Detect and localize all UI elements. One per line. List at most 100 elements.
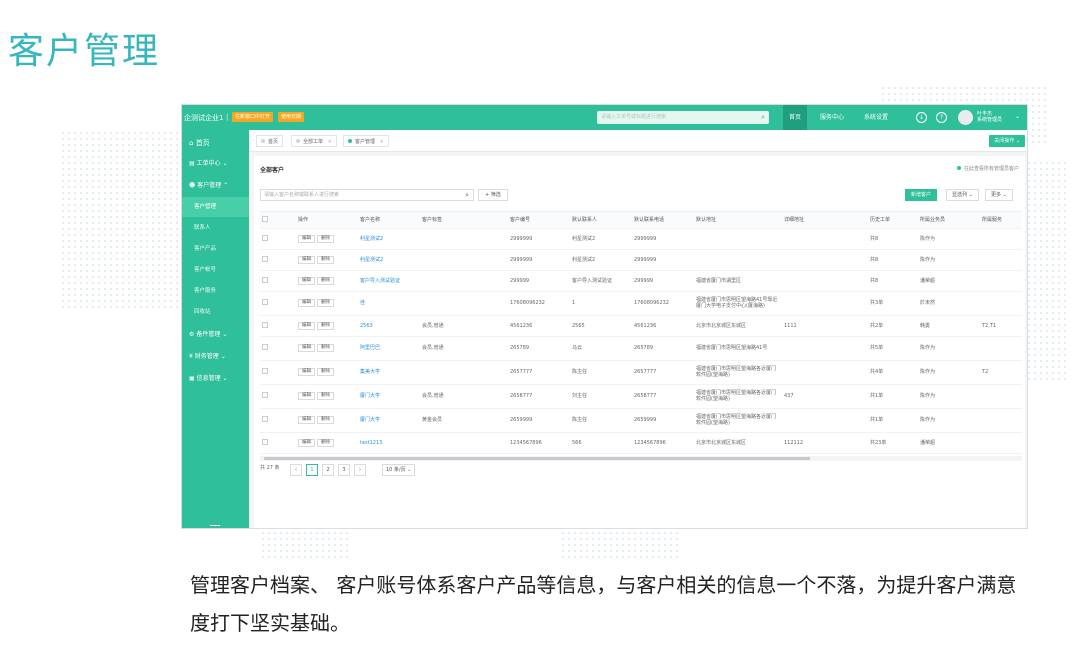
- row-select-cell[interactable]: [260, 228, 296, 250]
- delete-button[interactable]: 删除: [317, 321, 334, 330]
- column-header[interactable]: 客户编号: [508, 212, 570, 229]
- customer-name-link[interactable]: 佳: [360, 300, 365, 306]
- row-checkbox[interactable]: [262, 299, 268, 305]
- table-cell[interactable]: 2563: [358, 315, 420, 337]
- collapse-handle[interactable]: [210, 525, 220, 526]
- nav-system-settings[interactable]: 系统设置: [856, 105, 896, 130]
- sidebar-item-parts[interactable]: ⚙ 备件管理 ⌄: [182, 325, 249, 345]
- close-icon[interactable]: ×: [380, 139, 384, 145]
- company-name[interactable]: 企测试企业1: [184, 113, 223, 123]
- table-cell[interactable]: 利星测试2: [358, 249, 420, 271]
- column-header[interactable]: 客户标签: [420, 212, 508, 229]
- customer-name-link[interactable]: 集美大学: [360, 369, 380, 375]
- customer-name-link[interactable]: 客户导入测试验证: [360, 278, 400, 284]
- customer-name-link[interactable]: 厦门大学: [360, 393, 380, 399]
- row-checkbox[interactable]: [262, 416, 268, 422]
- table-cell[interactable]: 利星测试2: [358, 228, 420, 250]
- customer-search-input[interactable]: 请输入客户名称或联系人进行搜索 ⌕: [260, 189, 474, 201]
- table-row[interactable]: 编辑 删除 阿里巴巴 会员,普通 265789 马云 265789 福建省厦门市思明区望海路4…: [260, 336, 1022, 361]
- table-row[interactable]: 编辑 删除 厦门大学 会员,普通 2658777 刘主任 2658777 福建省厦门市思明区望…: [260, 384, 1022, 409]
- row-select-cell[interactable]: [260, 336, 296, 361]
- table-row[interactable]: 编辑 删除 2563 会员,普通 4561236 2565 4561236 北京市北京城区东城…: [260, 315, 1022, 337]
- table-row[interactable]: 编辑 删除 test1213 1234567896 566 1234567896 北京市北京…: [260, 432, 1022, 454]
- sidebar-item-home[interactable]: ⌂ 首页: [182, 133, 249, 153]
- nav-home[interactable]: 首页: [783, 105, 807, 130]
- delete-button[interactable]: 删除: [317, 344, 334, 352]
- table-cell[interactable]: 厦门大学: [358, 384, 420, 409]
- page-button-3[interactable]: 3: [338, 464, 350, 476]
- edit-button[interactable]: 编辑: [298, 368, 315, 376]
- next-page-button[interactable]: ›: [354, 464, 366, 476]
- row-select-cell[interactable]: [260, 315, 296, 337]
- edit-button[interactable]: 编辑: [298, 299, 315, 307]
- edit-button[interactable]: 编辑: [298, 321, 315, 330]
- column-header[interactable]: 默认联系电话: [632, 212, 694, 229]
- customer-name-link[interactable]: 利星测试2: [360, 236, 383, 242]
- scrollbar-thumb[interactable]: [264, 457, 810, 460]
- page-button-2[interactable]: 2: [322, 464, 334, 476]
- table-row[interactable]: 编辑 删除佳 17608096232 1 17608096232 福建省厦门市思明区望海路…: [260, 291, 1022, 316]
- select-all-checkbox[interactable]: [262, 215, 268, 222]
- page-button-1[interactable]: 1: [306, 464, 318, 476]
- usage-date-tag[interactable]: 使用日期: [278, 112, 305, 122]
- row-select-cell[interactable]: [260, 249, 296, 271]
- table-cell[interactable]: 阿里巴巴: [358, 336, 420, 361]
- select-all-cell[interactable]: [260, 212, 296, 229]
- table-cell[interactable]: test1213: [358, 432, 420, 454]
- horizontal-scrollbar[interactable]: [260, 456, 1022, 461]
- row-checkbox[interactable]: [262, 321, 268, 328]
- search-icon[interactable]: ⌕: [761, 111, 765, 124]
- row-checkbox[interactable]: [262, 392, 268, 398]
- row-checkbox[interactable]: [262, 368, 268, 374]
- delete-button[interactable]: 删除: [317, 234, 334, 243]
- delete-button[interactable]: 删除: [317, 276, 334, 285]
- row-select-cell[interactable]: [260, 432, 296, 454]
- customer-name-link[interactable]: 利星测试2: [360, 257, 383, 263]
- column-header[interactable]: 默认联系人: [570, 212, 632, 229]
- row-checkbox[interactable]: [262, 344, 268, 350]
- edit-button[interactable]: 编辑: [298, 234, 315, 243]
- sidebar-sub-contacts[interactable]: 联系人: [182, 218, 249, 238]
- table-row[interactable]: 编辑 删除 客户导入测试验证 299999 客户导入测试验证 299999 福建省厦门市湖里…: [260, 270, 1022, 292]
- table-cell[interactable]: 集美大学: [358, 360, 420, 385]
- sidebar-sub-services[interactable]: 客户服务: [182, 281, 249, 301]
- table-row[interactable]: 编辑 删除 厦门大学 黄金会员 2659999 陈主任 2659999 福建省厦门市思明区望海…: [260, 408, 1022, 433]
- table-row[interactable]: 编辑 删除 集美大学 2657777 陈主任 2657777 福建省厦门市思明区望海路各近厦…: [260, 360, 1022, 385]
- column-header[interactable]: 默认地址: [694, 212, 782, 229]
- sidebar-item-finance[interactable]: ¥ 财务管理 ⌄: [182, 347, 249, 367]
- delete-button[interactable]: 删除: [317, 416, 334, 424]
- more-button[interactable]: 更多 ⌄: [985, 189, 1013, 201]
- delete-button[interactable]: 删除: [317, 392, 334, 400]
- filter-button[interactable]: + 筛选: [478, 189, 508, 201]
- page-size-select[interactable]: 10 条/页 ⌄: [382, 464, 416, 476]
- edit-button[interactable]: 编辑: [298, 255, 315, 264]
- edit-button[interactable]: 编辑: [298, 416, 315, 424]
- edit-button[interactable]: 编辑: [298, 438, 315, 447]
- row-checkbox[interactable]: [262, 234, 268, 241]
- sidebar-sub-recycle[interactable]: 回收站: [182, 302, 249, 322]
- column-header[interactable]: 客户名称: [358, 212, 420, 229]
- row-checkbox[interactable]: [262, 255, 268, 262]
- table-cell[interactable]: 客户导入测试验证: [358, 270, 420, 292]
- column-header[interactable]: 详细地址: [782, 212, 868, 229]
- sidebar-sub-customers[interactable]: 客户管理: [182, 197, 249, 217]
- tab-home[interactable]: 首页: [256, 135, 284, 147]
- delete-button[interactable]: 删除: [317, 255, 334, 264]
- close-operations-button[interactable]: 关闭操作 ⌄: [989, 135, 1025, 147]
- row-select-cell[interactable]: [260, 291, 296, 316]
- delete-button[interactable]: 删除: [317, 299, 334, 307]
- row-select-cell[interactable]: [260, 360, 296, 385]
- edit-button[interactable]: 编辑: [298, 276, 315, 285]
- row-select-cell[interactable]: [260, 408, 296, 433]
- tab-all-workorders[interactable]: 全部工单 ×: [291, 135, 337, 147]
- edit-button[interactable]: 编辑: [298, 344, 315, 352]
- open-new-window-tag[interactable]: 在新窗口中打开: [232, 112, 274, 122]
- table-row[interactable]: 编辑 删除 利星测试2 2999999 利星测试2 2999999 共8 陈作为: [260, 249, 1022, 271]
- row-select-cell[interactable]: [260, 270, 296, 292]
- close-icon[interactable]: ×: [328, 139, 332, 145]
- column-header[interactable]: 所属业务员: [918, 212, 980, 229]
- column-header[interactable]: 所属服务: [980, 212, 1022, 229]
- table-cell[interactable]: 厦门大学: [358, 408, 420, 433]
- avatar[interactable]: [958, 110, 973, 125]
- sidebar-sub-products[interactable]: 客户产品: [182, 239, 249, 259]
